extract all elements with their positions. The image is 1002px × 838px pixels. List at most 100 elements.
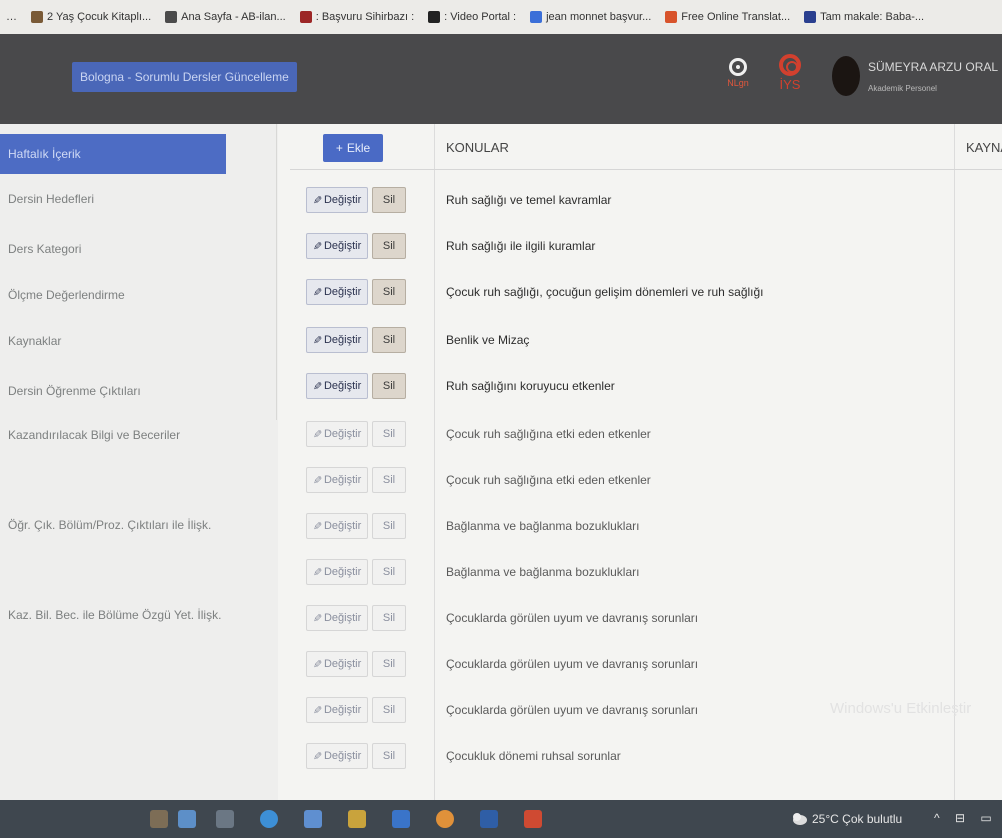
nlgn-icon [729,58,747,76]
edit-button[interactable]: ✎ Değiştir [306,559,368,585]
edit-button-label: Değiştir [323,750,362,762]
delete-button[interactable]: Sil [372,373,406,399]
table-row: ✎ Değiştir Sil Çocuklarda görülen uyum ve d… [290,642,954,688]
avatar[interactable] [832,56,860,96]
mail-icon[interactable] [392,810,410,828]
bookmark-item[interactable]: Ana Sayfa - AB-ilan... [165,11,286,23]
page-title[interactable]: Bologna - Sorumlu Dersler Güncelleme [72,62,297,92]
delete-button[interactable]: Sil [372,421,406,447]
powerpoint-icon[interactable] [524,810,542,828]
heart-icon [299,11,312,23]
delete-button[interactable]: Sil [372,513,406,539]
sidebar-item-ders-kategori[interactable]: Ders Kategori [0,242,278,256]
delete-button[interactable]: Sil [372,559,406,585]
dash-icon [165,11,178,23]
system-tray[interactable]: ^ ⊟ ▭ [934,811,998,825]
edit-button[interactable]: ✎ Değiştir [306,279,368,305]
taskbar: 25°C Çok bulutlu ^ ⊟ ▭ [0,800,1002,838]
folder-icon[interactable] [150,810,168,828]
table-row: ✎ Değiştir Sil Benlik ve Mizaç [290,318,954,364]
sidebar-item-bolum-ciktilari-iliski[interactable]: Öğr. Çık. Bölüm/Proz. Çıktıları ile İliş… [0,518,278,532]
edit-button[interactable]: ✎ Değiştir [306,743,368,769]
bookmark-item[interactable]: : Video Portal : [428,11,516,23]
pencil-icon: ✎ [312,566,322,579]
topic-cell: Bağlanma ve bağlanma bozuklukları [446,519,640,533]
delete-button[interactable]: Sil [372,467,406,493]
task-view-icon[interactable] [216,810,234,828]
user-name[interactable]: SÜMEYRA ARZU ORAL [868,60,998,74]
app-header: Bologna - Sorumlu Dersler Güncelleme NLg… [0,34,1002,124]
bookmark-item[interactable]: : Başvuru Sihirbazı : [299,11,414,23]
edit-button[interactable]: ✎ Değiştir [306,187,368,213]
weather-status[interactable]: 25°C Çok bulutlu [812,812,902,826]
word-icon[interactable] [480,810,498,828]
topic-cell: Ruh sağlığı ile ilgili kuramlar [446,239,596,253]
bookmark-label: : Video Portal : [444,11,517,23]
delete-button-label: Sil [382,612,396,624]
table-row: ✎ Değiştir Sil Ruh sağlığı ve temel kavraml… [290,178,954,224]
edit-button[interactable]: ✎ Değiştir [306,605,368,631]
topic-cell: Çocuklarda görülen uyum ve davranış soru… [446,703,699,717]
edit-button[interactable]: ✎ Değiştir [306,467,368,493]
edit-button[interactable]: ✎ Değiştir [306,513,368,539]
pencil-icon: ✎ [312,194,322,207]
table-row: ✎ Değiştir Sil Çocuklarda görülen uyum ve d… [290,596,954,642]
edit-button-label: Değiştir [323,240,362,252]
iys-button[interactable]: İYS [776,54,804,92]
edit-button-label: Değiştir [323,380,362,392]
add-button[interactable]: + Ekle [323,134,383,162]
bookmark-item[interactable]: Tam makale: Baba-... [804,11,924,23]
edit-button-label: Değiştir [323,566,362,578]
pencil-icon: ✎ [312,240,322,253]
bookmarks-bar: … 2 Yaş Çocuk Kitaplı... Ana Sayfa - AB-il… [0,0,1002,34]
delete-button[interactable]: Sil [372,651,406,677]
edit-button[interactable]: ✎ Değiştir [306,327,368,353]
file-explorer-icon[interactable] [304,810,322,828]
topic-cell: Çocuklarda görülen uyum ve davranış soru… [446,611,699,625]
plus-icon: + [335,141,343,155]
bookmark-item[interactable]: Free Online Translat... [665,11,790,23]
table-row: ✎ Değiştir Sil Çocuk ruh sağlığı, çocuğun g… [290,270,954,316]
delete-button-label: Sil [382,704,396,716]
edit-button-label: Değiştir [323,286,362,298]
sidebar-item-ogrenme-ciktilari[interactable]: Dersin Öğrenme Çıktıları [0,384,278,398]
delete-button[interactable]: Sil [372,605,406,631]
pencil-icon: ✎ [312,704,322,717]
delete-button-label: Sil [382,286,396,298]
pencil-icon: ✎ [312,380,322,393]
delete-button[interactable]: Sil [372,279,406,305]
sidebar-item-olcme-degerlendirme[interactable]: Ölçme Değerlendirme [0,288,278,302]
topic-cell: Benlik ve Mizaç [446,333,530,347]
delete-button[interactable]: Sil [372,187,406,213]
article-icon [804,11,817,23]
weekly-content-table: + Ekle KONULAR KAYNA ✎DeğiştirSilRuh sağ… [290,124,1002,800]
bookmark-item[interactable]: jean monnet başvur... [530,11,651,23]
sidebar-item-bolume-ozgu-yet-iliski[interactable]: Kaz. Bil. Bec. ile Bölüme Özgü Yet. İliş… [0,608,278,622]
sidebar-item-haftalik-icerik[interactable]: Haftalık İçerik [0,134,226,174]
sidebar-item-kaynaklar[interactable]: Kaynaklar [0,334,278,348]
delete-button-label: Sil [382,240,396,252]
bookmark-item[interactable]: 2 Yaş Çocuk Kitaplı... [31,11,151,23]
chrome-icon[interactable] [436,810,454,828]
bookmarks-overflow-icon[interactable]: … [6,11,17,23]
delete-button-label: Sil [382,566,396,578]
nlgn-button[interactable]: NLgn [724,58,752,88]
sidebar-item-dersin-hedefleri[interactable]: Dersin Hedefleri [0,192,278,206]
edge-browser-icon[interactable] [260,810,278,828]
delete-button[interactable]: Sil [372,743,406,769]
delete-button[interactable]: Sil [372,697,406,723]
edit-button[interactable]: ✎ Değiştir [306,421,368,447]
store-icon[interactable] [348,810,366,828]
delete-button[interactable]: Sil [372,327,406,353]
edit-button[interactable]: ✎ Değiştir [306,651,368,677]
delete-button[interactable]: Sil [372,233,406,259]
delete-button-label: Sil [382,334,396,346]
edit-button[interactable]: ✎ Değiştir [306,373,368,399]
translate-icon [665,11,678,23]
windows-start-icon[interactable] [178,810,196,828]
edit-button[interactable]: ✎ Değiştir [306,697,368,723]
pencil-icon: ✎ [312,286,322,299]
sidebar-item-bilgi-beceriler[interactable]: Kazandırılacak Bilgi ve Beceriler [0,428,278,442]
topic-cell: Çocuklarda görülen uyum ve davranış soru… [446,657,699,671]
edit-button[interactable]: ✎ Değiştir [306,233,368,259]
